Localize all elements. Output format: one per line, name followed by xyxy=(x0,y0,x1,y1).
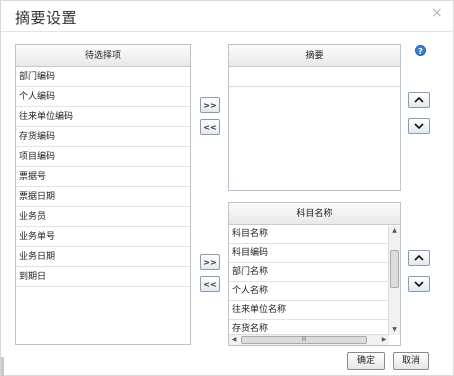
subject-item[interactable]: 往来单位名称 xyxy=(229,301,389,320)
summary-row[interactable] xyxy=(229,67,400,87)
source-item[interactable]: 到期日 xyxy=(16,267,190,287)
dialog-title: 摘要设置 xyxy=(15,9,78,27)
add-to-summary-button[interactable]: >> xyxy=(200,97,220,113)
source-items-header: 待选择项 xyxy=(16,45,190,67)
chevron-down-icon xyxy=(414,281,424,287)
remove-subject-button-label: << xyxy=(203,279,217,289)
chevron-down-icon xyxy=(414,123,424,129)
subject-name-header: 科目名称 xyxy=(229,203,400,225)
summary-move-up-button[interactable] xyxy=(408,92,430,108)
source-item[interactable]: 往来单位编码 xyxy=(16,107,190,127)
close-icon[interactable]: × xyxy=(431,5,443,21)
subject-item[interactable]: 科目名称 xyxy=(229,225,389,244)
source-item[interactable]: 业务单号 xyxy=(16,227,190,247)
source-item[interactable]: 存货编码 xyxy=(16,127,190,147)
vertical-scroll-thumb[interactable] xyxy=(390,250,399,288)
subject-item[interactable]: 科目编码 xyxy=(229,244,389,263)
source-item[interactable]: 个人编码 xyxy=(16,87,190,107)
subject-move-up-button[interactable] xyxy=(408,250,430,266)
source-item[interactable]: 业务员 xyxy=(16,207,190,227)
subject-name-panel: 科目名称 科目名称 科目编码 部门名称 个人名称 往来单位名称 存货名称 ▲ ▼… xyxy=(228,202,401,346)
subject-item[interactable]: 个人名称 xyxy=(229,282,389,301)
source-items-panel: 待选择项 部门编码 个人编码 往来单位编码 存货编码 项目编码 票据号 票据日期… xyxy=(15,44,191,345)
summary-move-down-button[interactable] xyxy=(408,118,430,134)
edge-marker xyxy=(1,357,4,376)
source-item[interactable]: 项目编码 xyxy=(16,147,190,167)
subject-item[interactable]: 部门名称 xyxy=(229,263,389,282)
add-subject-button-label: >> xyxy=(203,257,217,267)
summary-header: 摘要 xyxy=(229,45,400,67)
remove-from-summary-button[interactable]: << xyxy=(200,119,220,135)
remove-from-subject-button[interactable]: << xyxy=(200,276,220,292)
subject-move-down-button[interactable] xyxy=(408,276,430,292)
horizontal-scroll-thumb[interactable]: III xyxy=(241,336,367,344)
source-item[interactable]: 票据日期 xyxy=(16,187,190,207)
subject-vertical-scrollbar[interactable]: ▲ ▼ xyxy=(388,226,400,335)
source-item[interactable]: 部门编码 xyxy=(16,67,190,87)
scroll-up-arrow-icon[interactable]: ▲ xyxy=(389,226,400,236)
chevron-up-icon xyxy=(414,97,424,103)
add-to-subject-button[interactable]: >> xyxy=(200,254,220,270)
remove-button-label: << xyxy=(203,122,217,132)
scroll-right-arrow-icon[interactable]: ▶ xyxy=(379,335,389,345)
source-item[interactable]: 票据号 xyxy=(16,167,190,187)
subject-name-list: 科目名称 科目编码 部门名称 个人名称 往来单位名称 存货名称 xyxy=(229,225,389,339)
subject-horizontal-scrollbar[interactable]: ◀ III ▶ xyxy=(229,334,389,345)
add-button-label: >> xyxy=(203,100,217,110)
chevron-up-icon xyxy=(414,255,424,261)
summary-settings-dialog: 摘要设置 × 待选择项 部门编码 个人编码 往来单位编码 存货编码 项目编码 票… xyxy=(0,0,454,376)
cancel-button[interactable]: 取消 xyxy=(393,352,429,370)
scroll-left-arrow-icon[interactable]: ◀ xyxy=(229,335,239,345)
scroll-down-arrow-icon[interactable]: ▼ xyxy=(389,325,400,335)
source-item[interactable]: 业务日期 xyxy=(16,247,190,267)
summary-panel: 摘要 xyxy=(228,44,401,191)
title-divider xyxy=(1,31,454,32)
confirm-button[interactable]: 确定 xyxy=(347,352,385,370)
help-icon[interactable]: ? xyxy=(415,45,426,56)
source-items-list: 部门编码 个人编码 往来单位编码 存货编码 项目编码 票据号 票据日期 业务员 … xyxy=(16,67,190,287)
